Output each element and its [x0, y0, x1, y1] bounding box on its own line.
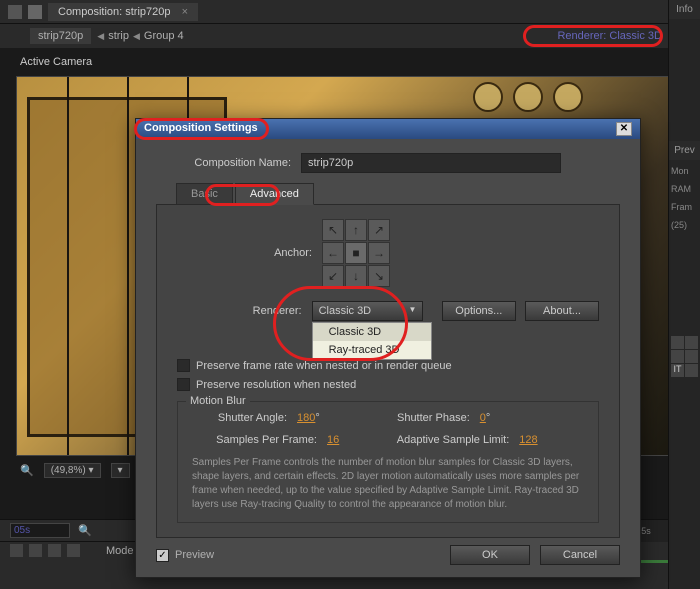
dialog-titlebar[interactable]: Composition Settings ✕ — [136, 119, 640, 139]
zoom-dropdown[interactable]: (49,8%) ▾ — [44, 463, 101, 478]
info-panel-tab[interactable]: Info — [669, 0, 700, 19]
shutter-phase-label: Shutter Phase: — [350, 412, 470, 424]
text-tool-icon[interactable]: IT — [671, 364, 684, 377]
shutter-angle-label: Shutter Angle: — [192, 412, 287, 424]
renderer-indicator[interactable]: Renderer: Classic 3D — [549, 28, 670, 44]
advanced-tab-content: Anchor: ↖ ↑ ↗ ← ■ → ↙ ↓ ↘ Renderer: Clas… — [156, 204, 620, 538]
composition-settings-dialog: Composition Settings ✕ Composition Name:… — [135, 118, 641, 578]
close-tab-icon[interactable]: × — [182, 6, 188, 18]
adaptive-limit-input[interactable]: 128 — [519, 434, 537, 446]
anchor-e-button[interactable]: → — [368, 242, 390, 264]
preview-checkbox[interactable]: ✓ Preview — [156, 549, 214, 562]
motion-blur-help-text: Samples Per Frame controls the number of… — [192, 456, 584, 512]
composition-tab-label: Composition: strip720p — [58, 6, 171, 18]
comp-name-input[interactable] — [301, 153, 561, 173]
tool-icon[interactable] — [685, 336, 698, 349]
samples-per-frame-label: Samples Per Frame: — [192, 434, 317, 446]
renderer-option-raytraced3d[interactable]: Ray-traced 3D — [313, 341, 431, 359]
samples-per-frame-input[interactable]: 16 — [327, 434, 339, 446]
renderer-dropdown-value: Classic 3D — [319, 305, 372, 317]
comp-name-label: Composition Name: — [156, 157, 291, 169]
breadcrumb-item[interactable]: strip720p — [30, 28, 91, 44]
timecode-input[interactable] — [10, 523, 70, 538]
anchor-n-button[interactable]: ↑ — [345, 219, 367, 241]
preserve-resolution-label: Preserve resolution when nested — [196, 379, 356, 391]
adaptive-limit-label: Adaptive Sample Limit: — [369, 434, 509, 446]
anchor-ne-button[interactable]: ↗ — [368, 219, 390, 241]
tab-basic[interactable]: Basic — [176, 183, 233, 205]
eye-icon[interactable] — [10, 544, 23, 557]
breadcrumb-item[interactable]: Group 4 — [144, 30, 184, 42]
close-button[interactable]: ✕ — [616, 122, 632, 136]
preserve-framerate-label: Preserve frame rate when nested or in re… — [196, 360, 452, 372]
options-button[interactable]: Options... — [442, 301, 516, 321]
degree-symbol: ° — [486, 412, 490, 424]
anchor-grid: ↖ ↑ ↗ ← ■ → ↙ ↓ ↘ — [322, 219, 390, 287]
chevron-left-icon[interactable]: ◀ — [133, 31, 140, 42]
preview-panel-tab[interactable]: Prev — [669, 141, 700, 160]
ok-button[interactable]: OK — [450, 545, 530, 565]
anchor-w-button[interactable]: ← — [322, 242, 344, 264]
magnify-icon[interactable]: 🔍 — [20, 464, 34, 477]
monitor-label: Mon — [669, 162, 700, 180]
preserve-resolution-checkbox[interactable]: Preserve resolution when nested — [177, 378, 599, 391]
dialog-title: Composition Settings — [144, 122, 258, 136]
composition-tab[interactable]: Composition: strip720p × — [48, 3, 198, 21]
anchor-s-button[interactable]: ↓ — [345, 265, 367, 287]
app-top-bar: Composition: strip720p × — [0, 0, 700, 24]
active-camera-label[interactable]: Active Camera — [0, 48, 700, 76]
cancel-button[interactable]: Cancel — [540, 545, 620, 565]
about-button[interactable]: About... — [525, 301, 599, 321]
label-icon[interactable] — [67, 544, 80, 557]
preview-label: Preview — [175, 549, 214, 561]
tool-icon[interactable] — [685, 364, 698, 377]
anchor-se-button[interactable]: ↘ — [368, 265, 390, 287]
anchor-center-button[interactable]: ■ — [345, 242, 367, 264]
tool-icon[interactable] — [671, 350, 684, 363]
solo-icon[interactable] — [29, 544, 42, 557]
renderer-option-classic3d[interactable]: Classic 3D — [313, 323, 431, 341]
search-icon[interactable]: 🔍 — [78, 524, 92, 537]
renderer-indicator-value: Classic 3D — [609, 30, 662, 42]
degree-symbol: ° — [315, 412, 319, 424]
checkbox-checked-icon: ✓ — [156, 549, 169, 562]
shutter-angle-input[interactable]: 180 — [297, 412, 315, 424]
frame-rate-value: (25) — [669, 216, 700, 234]
renderer-indicator-label: Renderer: — [557, 30, 606, 42]
lock-icon — [28, 5, 42, 19]
breadcrumb-item[interactable]: strip — [108, 30, 129, 42]
checkbox-icon — [177, 378, 190, 391]
renderer-label: Renderer: — [177, 305, 302, 317]
motion-blur-legend: Motion Blur — [186, 395, 250, 407]
right-panel-dock: Info Prev Mon RAM Fram (25) IT — [668, 0, 700, 589]
chevron-down-icon: ▼ — [408, 305, 416, 317]
lock-icon[interactable] — [48, 544, 61, 557]
motion-blur-fieldset: Motion Blur Shutter Angle: 180 ° Shutter… — [177, 401, 599, 523]
renderer-dropdown[interactable]: Classic 3D ▼ Classic 3D Ray-traced 3D — [312, 301, 424, 321]
breadcrumb-bar: strip720p ◀ strip ◀ Group 4 Renderer: Cl… — [0, 24, 700, 48]
project-icon — [8, 5, 22, 19]
mode-column-header[interactable]: Mode — [106, 545, 134, 557]
chevron-left-icon[interactable]: ◀ — [97, 31, 104, 42]
renderer-dropdown-list: Classic 3D Ray-traced 3D — [312, 322, 432, 360]
anchor-label: Anchor: — [177, 247, 312, 259]
checkbox-icon — [177, 359, 190, 372]
anchor-nw-button[interactable]: ↖ — [322, 219, 344, 241]
tab-advanced[interactable]: Advanced — [235, 183, 314, 205]
preserve-framerate-checkbox[interactable]: Preserve frame rate when nested or in re… — [177, 359, 599, 372]
tool-icon[interactable] — [685, 350, 698, 363]
frame-rate-label: Fram — [669, 198, 700, 216]
tool-icon[interactable] — [671, 336, 684, 349]
resolution-dropdown[interactable]: ▾ — [111, 463, 130, 478]
anchor-sw-button[interactable]: ↙ — [322, 265, 344, 287]
ram-preview-label[interactable]: RAM — [669, 180, 700, 198]
